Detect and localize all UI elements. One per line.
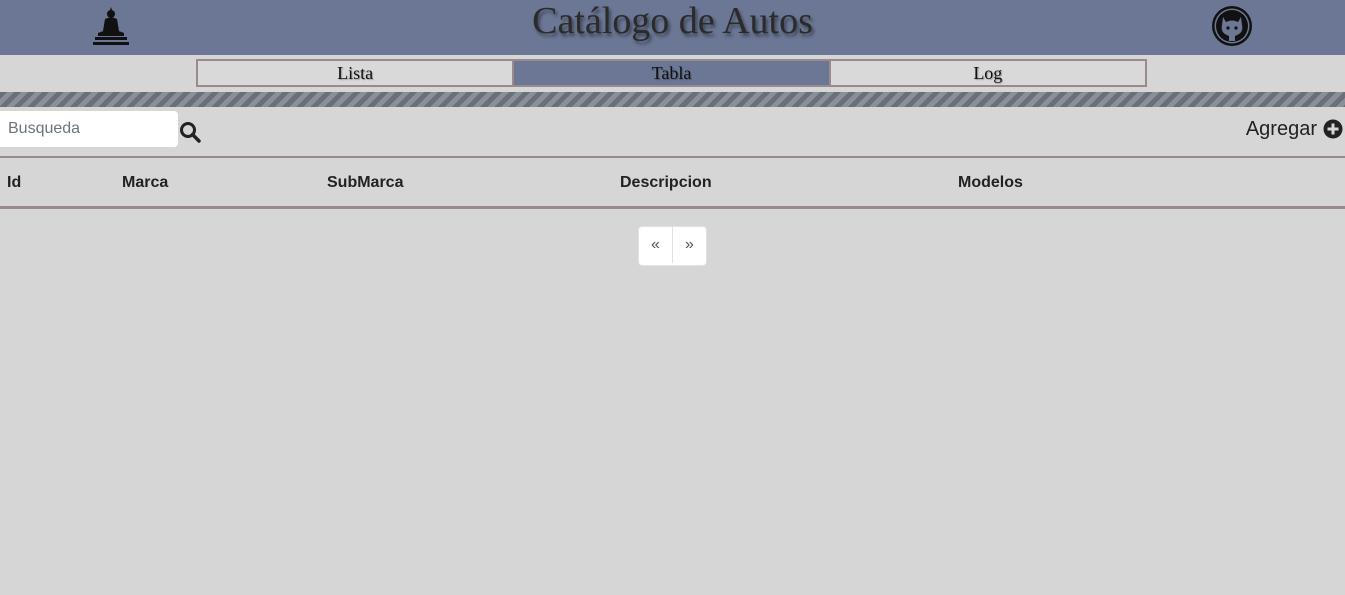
pagination: « » — [638, 226, 707, 266]
tab-log[interactable]: Log — [830, 59, 1147, 87]
search-input[interactable] — [0, 111, 178, 147]
next-page-button[interactable]: » — [672, 227, 706, 263]
column-header-modelos[interactable]: Modelos — [958, 174, 1023, 192]
github-icon[interactable] — [1211, 5, 1253, 47]
prev-page-button[interactable]: « — [639, 227, 672, 263]
decorative-stripe — [0, 92, 1345, 107]
column-header-marca[interactable]: Marca — [122, 174, 168, 192]
view-tabs: Lista Tabla Log — [196, 59, 1147, 87]
tab-lista[interactable]: Lista — [196, 59, 515, 87]
column-header-submarca[interactable]: SubMarca — [327, 174, 403, 192]
autos-table: Id Marca SubMarca Descripcion Modelos — [0, 156, 1345, 209]
search-icon[interactable] — [179, 121, 201, 143]
column-header-id[interactable]: Id — [7, 174, 21, 192]
app-header: Catálogo de Autos — [0, 0, 1345, 55]
page-title: Catálogo de Autos — [532, 0, 813, 42]
plus-circle-icon — [1323, 119, 1343, 139]
add-button-label: Agregar — [1245, 117, 1317, 140]
tab-tabla[interactable]: Tabla — [514, 59, 831, 87]
column-header-descripcion[interactable]: Descripcion — [620, 174, 712, 192]
add-button[interactable]: Agregar — [1246, 116, 1343, 142]
